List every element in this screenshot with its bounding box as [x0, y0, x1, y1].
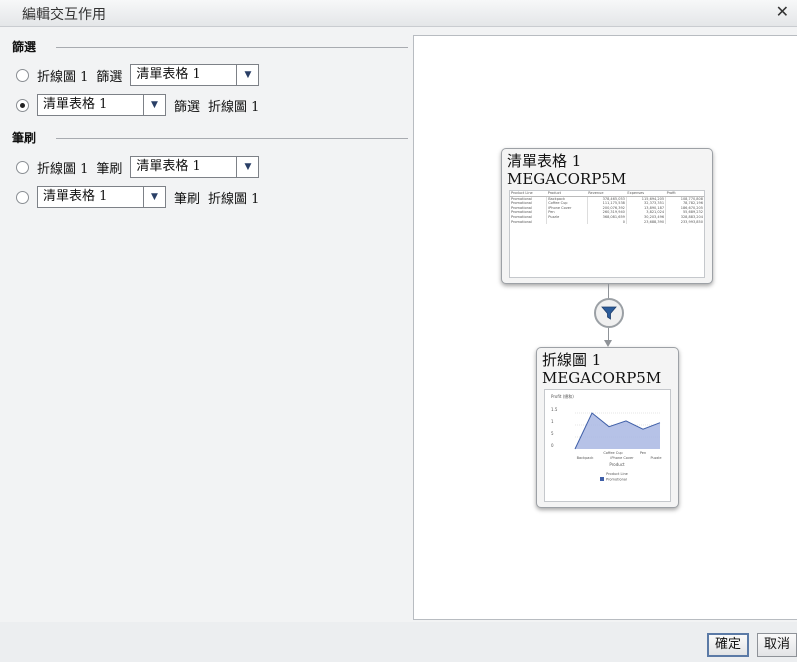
dialog-title: 編輯交互作用	[22, 7, 106, 23]
line-chart-card-subtitle: MEGACORP5M	[542, 369, 662, 387]
chart-legend-title: Product Line	[606, 472, 628, 476]
brush-row-1-action: 筆刷	[96, 161, 123, 177]
chart-ylabel: Profit (總和)	[551, 393, 574, 399]
close-icon[interactable]: ✕	[776, 2, 789, 21]
list-table-card-subtitle: MEGACORP5M	[507, 170, 627, 188]
table-cell: Promotional	[511, 219, 532, 224]
connector-line-top	[608, 284, 609, 299]
ok-button[interactable]: 確定	[707, 633, 750, 657]
brush-row-2-source-value: 清單表格 1	[43, 189, 108, 204]
mini-table: Product Line Product Revenue Expenses Pr…	[510, 191, 704, 225]
brush-row-1-target-value: 清單表格 1	[136, 159, 201, 174]
cancel-button[interactable]: 取消	[757, 633, 797, 657]
filter-section-divider	[56, 47, 408, 48]
chart-xtick: Puzzle	[650, 456, 661, 460]
filter-row-1-target-value: 清單表格 1	[136, 67, 201, 82]
line-chart-card-title: 折線圖 1	[542, 351, 602, 369]
filter-row-2-radio[interactable]	[16, 98, 29, 112]
brush-row-2-source-select[interactable]: 清單表格 1 ▼	[37, 186, 166, 208]
arrow-down-icon	[604, 340, 612, 347]
chart-area	[575, 413, 660, 449]
interaction-diagram-panel: 清單表格 1 MEGACORP5M Product Line Product R…	[413, 35, 797, 620]
chart-xlabel: Product	[609, 462, 625, 467]
chart-ytick: 1.5	[551, 407, 558, 412]
chart-legend-swatch	[600, 477, 604, 481]
filter-row-1: 折線圖 1 篩選 清單表格 1 ▼	[16, 63, 267, 87]
brush-row-2-action: 筆刷	[174, 191, 201, 207]
chart-ytick: 0	[551, 443, 554, 448]
brush-section-heading: 筆刷	[12, 131, 37, 145]
chart-xtick: iPhone Cover	[610, 456, 634, 460]
filter-row-1-target-select[interactable]: 清單表格 1 ▼	[130, 64, 260, 86]
filter-section-heading: 篩選	[12, 40, 37, 54]
brush-row-2: 清單表格 1 ▼ 筆刷 折線圖 1	[16, 185, 267, 209]
line-chart-card[interactable]: 折線圖 1 MEGACORP5M Profit (總和) 1.5 1 5 0 C…	[536, 347, 679, 508]
funnel-icon	[601, 306, 617, 320]
brush-row-2-target: 折線圖 1	[208, 191, 260, 207]
table-cell	[546, 219, 588, 225]
chart-xtick: Pen	[640, 451, 646, 455]
filter-row-2-target: 折線圖 1	[208, 99, 260, 115]
filter-row-2-source-select[interactable]: 清單表格 1 ▼	[37, 94, 166, 116]
list-table-card-title: 清單表格 1	[507, 152, 582, 170]
chart-xtick: Coffee Cup	[603, 451, 623, 455]
table-cell: 0	[586, 219, 627, 225]
brush-row-1: 折線圖 1 筆刷 清單表格 1 ▼	[16, 155, 267, 179]
list-table-card[interactable]: 清單表格 1 MEGACORP5M Product Line Product R…	[501, 148, 713, 284]
filter-row-2-action: 篩選	[174, 99, 201, 115]
brush-row-1-target-select[interactable]: 清單表格 1 ▼	[130, 156, 260, 178]
dialog-footer: 確定 取消	[0, 622, 797, 662]
chevron-down-icon[interactable]: ▼	[143, 187, 165, 207]
filter-row-2: 清單表格 1 ▼ 篩選 折線圖 1	[16, 93, 267, 117]
brush-row-1-radio[interactable]	[16, 160, 29, 174]
chevron-down-icon[interactable]: ▼	[236, 157, 258, 177]
line-chart-thumbnail: Profit (總和) 1.5 1 5 0 Coffee Cup Pen Bac…	[544, 389, 671, 502]
chart-legend-item: Promotional	[606, 478, 627, 482]
chart-ytick: 5	[551, 431, 554, 436]
chart-ytick: 1	[551, 419, 554, 424]
list-table-thumbnail: Product Line Product Revenue Expenses Pr…	[509, 190, 705, 278]
table-row: Promotional 0 23,688,390 233,993,850	[510, 219, 704, 225]
chart-xtick: Backpack	[577, 456, 595, 460]
chevron-down-icon[interactable]: ▼	[143, 95, 165, 115]
brush-row-1-source: 折線圖 1	[37, 161, 89, 177]
mini-line-chart: Profit (總和) 1.5 1 5 0 Coffee Cup Pen Bac…	[551, 393, 662, 482]
filter-row-1-action: 篩選	[96, 69, 123, 85]
table-cell: 233,993,850	[665, 219, 704, 225]
filter-row-1-source: 折線圖 1	[37, 69, 89, 85]
filter-row-1-radio[interactable]	[16, 68, 29, 82]
filter-row-2-source-value: 清單表格 1	[43, 97, 108, 112]
interaction-settings-panel: 篩選 折線圖 1 篩選 清單表格 1 ▼ 清單表格 1 ▼ 篩選 折線圖 1 筆…	[0, 27, 410, 622]
dialog-titlebar: 編輯交互作用 ✕	[0, 0, 797, 27]
brush-section-divider	[56, 138, 408, 139]
filter-funnel-icon[interactable]	[594, 298, 624, 328]
brush-row-2-radio[interactable]	[16, 190, 29, 204]
chevron-down-icon[interactable]: ▼	[236, 65, 258, 85]
table-cell: 23,688,390	[625, 219, 666, 225]
